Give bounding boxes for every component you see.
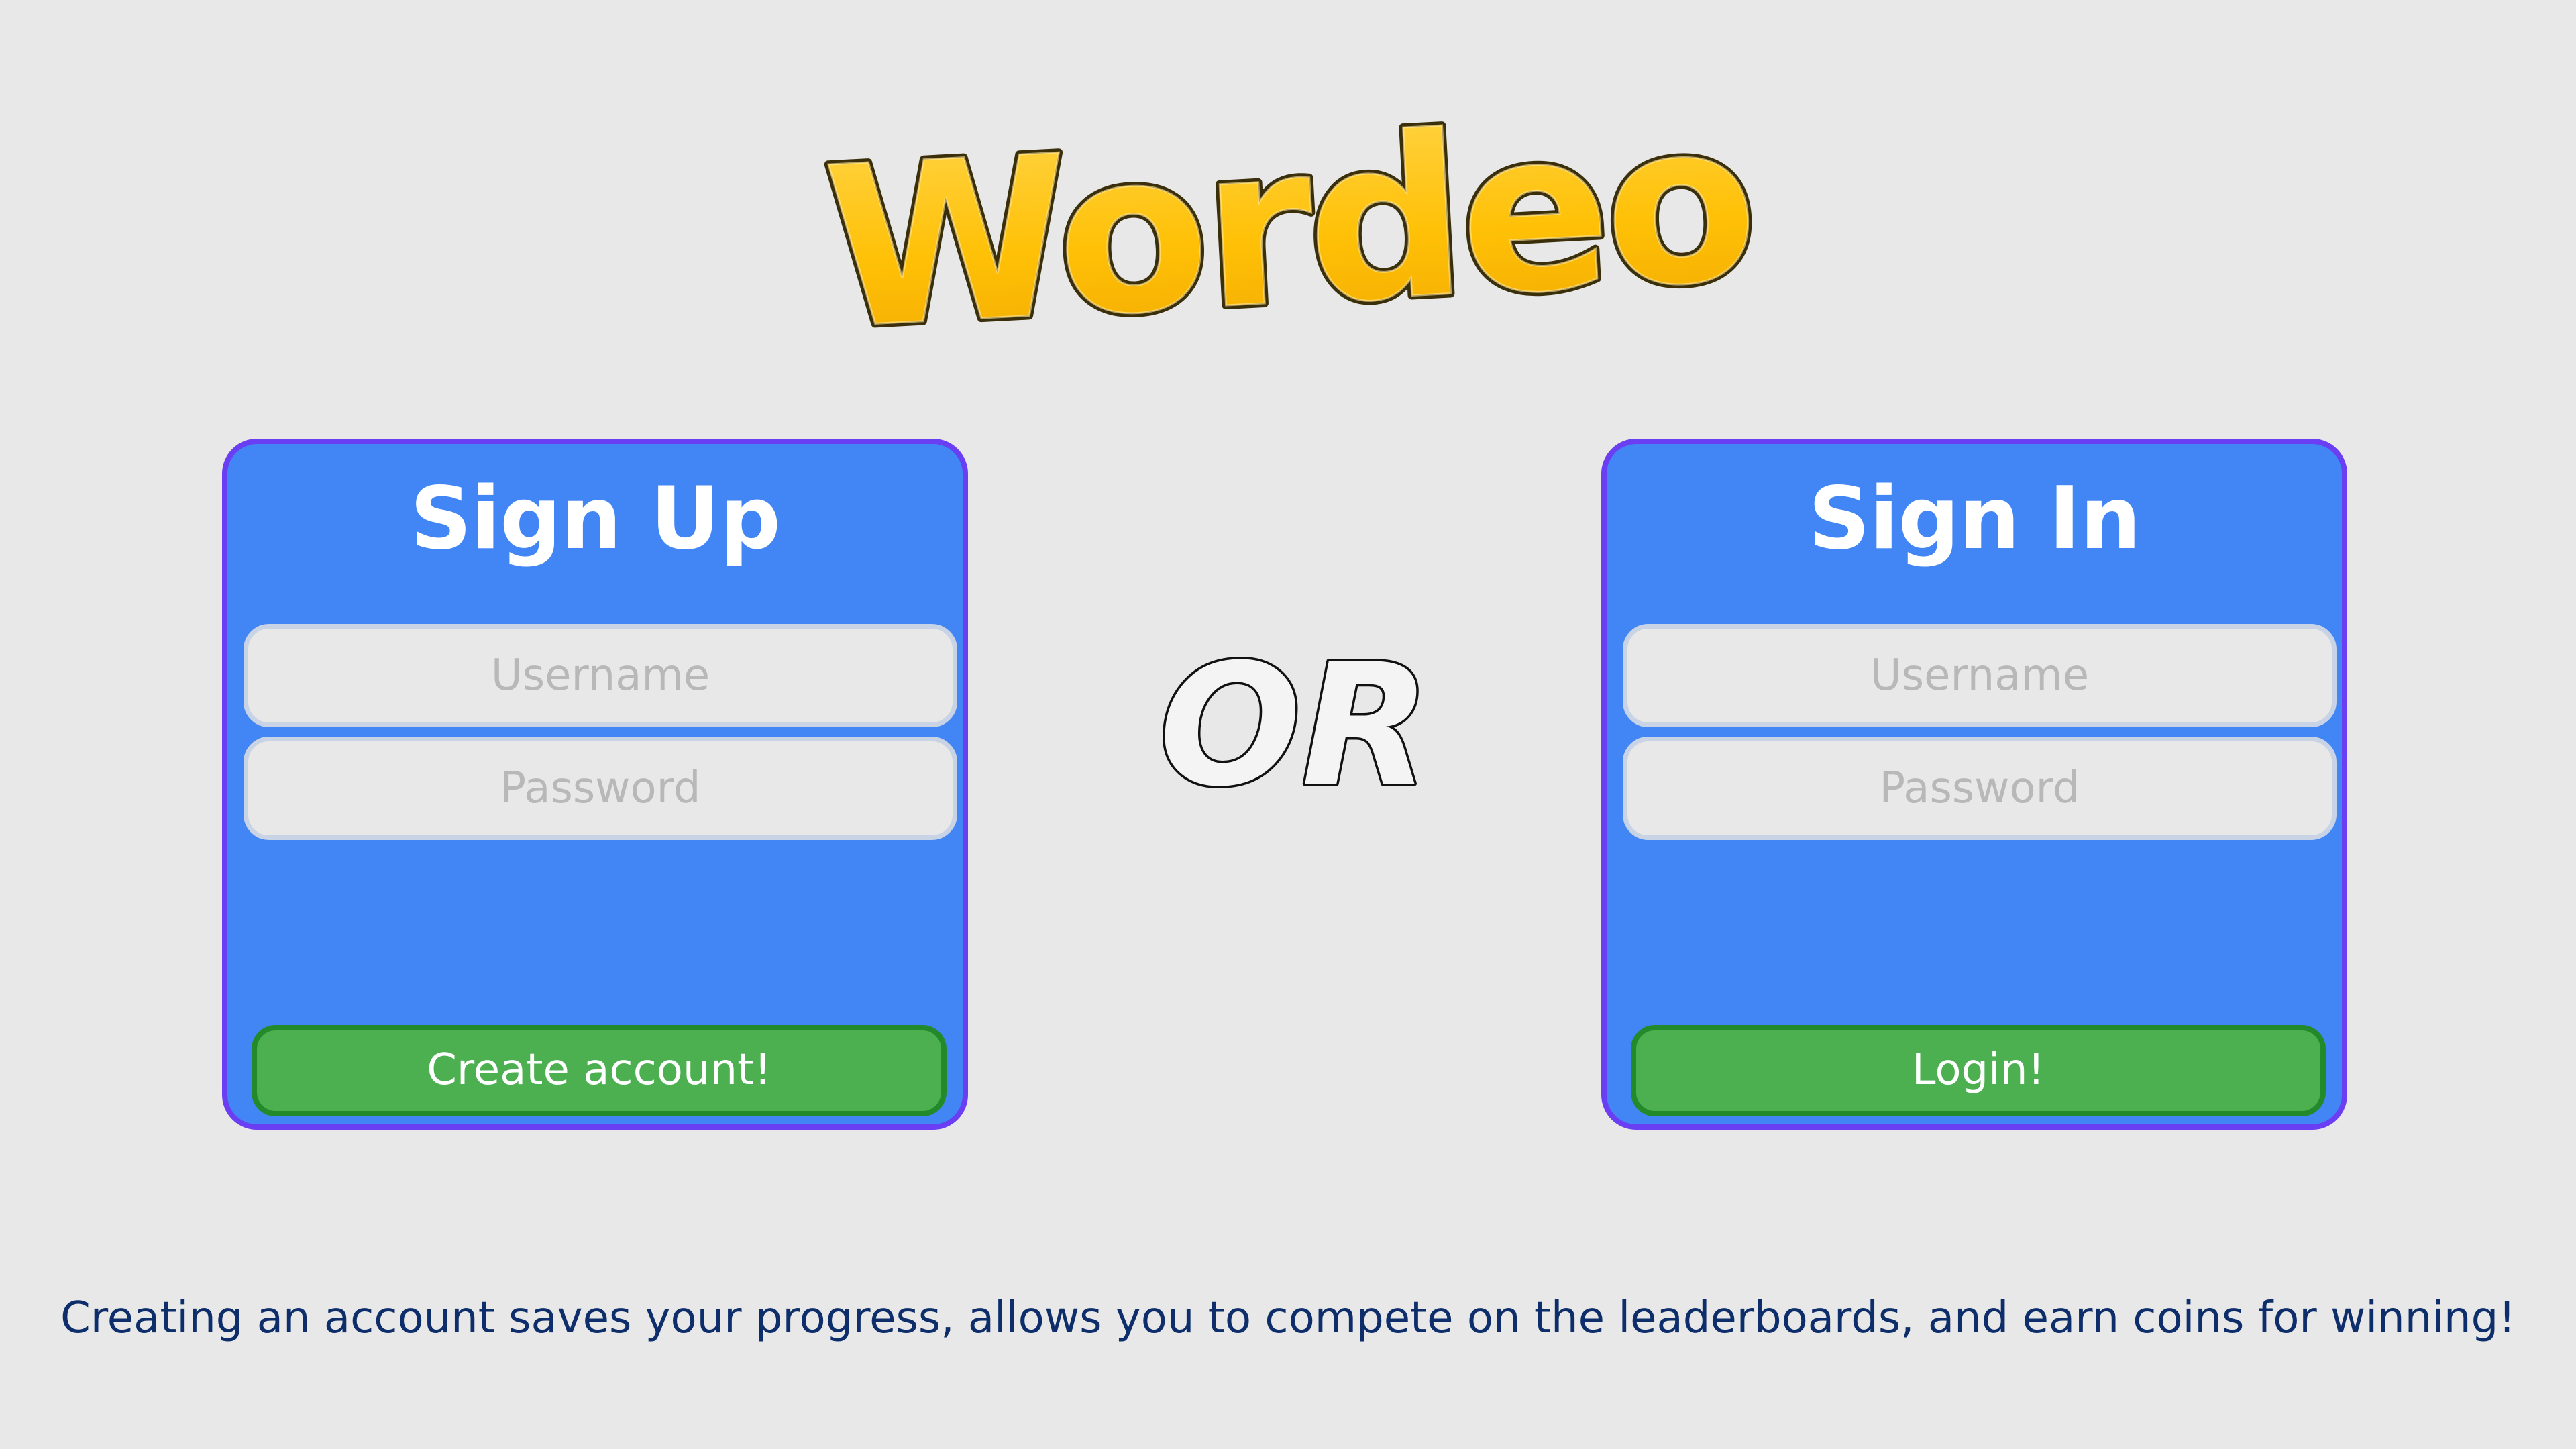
signin-title: Sign In <box>1808 469 2141 569</box>
or-text: OR <box>1159 628 1430 823</box>
signin-panel: Sign In Login! <box>1601 439 2347 1130</box>
login-page: Wordeo Wordeo Sign Up Create account! OR… <box>0 0 2576 1449</box>
signup-password-input[interactable] <box>244 737 957 840</box>
or-separator-graphic: OR <box>1157 626 1433 826</box>
or-separator: OR <box>1154 626 1436 826</box>
signin-username-input[interactable] <box>1623 624 2337 727</box>
logo-text-highlight: Wordeo <box>820 72 1758 378</box>
wordeo-logo-graphic: Wordeo Wordeo <box>816 68 1762 382</box>
signup-panel: Sign Up Create account! <box>222 439 968 1130</box>
account-benefits-note: Creating an account saves your progress,… <box>60 1293 2516 1343</box>
login-button[interactable]: Login! <box>1631 1025 2326 1116</box>
signup-username-input[interactable] <box>244 624 957 727</box>
create-account-button[interactable]: Create account! <box>252 1025 947 1116</box>
wordeo-logo: Wordeo Wordeo <box>758 68 1818 382</box>
signin-password-input[interactable] <box>1623 737 2337 840</box>
signup-title: Sign Up <box>410 469 781 569</box>
